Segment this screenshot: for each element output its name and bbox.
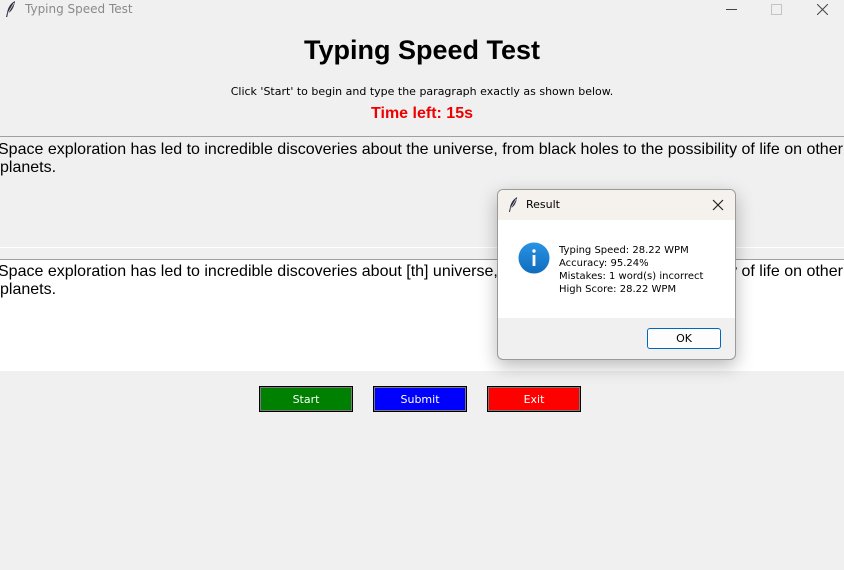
mistakes-text: Mistakes: 1 word(s) incorrect — [559, 271, 704, 282]
high-score-text: High Score: 28.22 WPM — [559, 284, 677, 295]
maximize-button[interactable] — [753, 0, 799, 18]
start-button[interactable]: Start — [259, 386, 353, 412]
minimize-icon — [725, 8, 737, 10]
window-title: Typing Speed Test — [25, 2, 133, 16]
close-button[interactable] — [799, 0, 844, 18]
ok-button[interactable]: OK — [647, 328, 721, 349]
typing-speed-text: Typing Speed: 28.22 WPM — [559, 245, 689, 256]
result-message: Typing Speed: 28.22 WPM Accuracy: 95.24%… — [559, 244, 703, 296]
maximize-icon — [770, 3, 782, 15]
page-title: Typing Speed Test — [303, 35, 541, 65]
feather-icon — [6, 1, 15, 17]
exit-button[interactable]: Exit — [487, 386, 581, 412]
instructions-label: Click 'Start' to begin and type the para… — [230, 85, 614, 98]
submit-button[interactable]: Submit — [373, 386, 467, 412]
dialog-title: Result — [526, 198, 560, 211]
dialog-body: Typing Speed: 28.22 WPM Accuracy: 95.24%… — [498, 220, 735, 318]
dialog-close-icon[interactable] — [710, 197, 726, 213]
result-dialog: Result Typing Speed: 28.22 WPM Accuracy:… — [497, 189, 736, 360]
info-icon — [518, 242, 550, 274]
dialog-titlebar: Result — [498, 190, 735, 220]
window-titlebar: Typing Speed Test — [0, 0, 844, 22]
minimize-button[interactable] — [708, 0, 754, 18]
close-icon — [816, 3, 828, 15]
accuracy-text: Accuracy: 95.24% — [559, 258, 649, 269]
timer-label: Time left: 15s — [371, 105, 473, 122]
feather-icon — [508, 197, 518, 212]
